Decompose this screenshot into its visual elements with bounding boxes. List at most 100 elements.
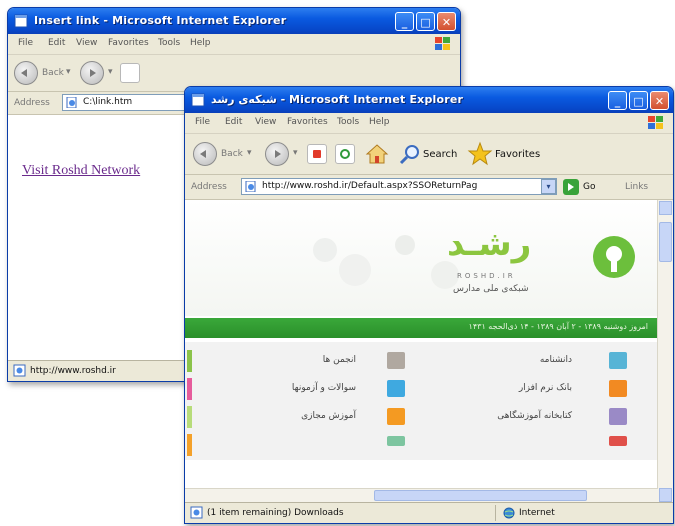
category-icon-partial bbox=[387, 436, 405, 446]
date-bar-text: امروز دوشنبه ۱۳۸۹ - ۲ آبان ۱۳۸۹ - ۱۴ ذی‌… bbox=[468, 322, 648, 331]
category-encyclopedia[interactable]: دانشنامه bbox=[540, 355, 572, 365]
date-bar: امروز دوشنبه ۱۳۸۹ - ۲ آبان ۱۳۸۹ - ۱۴ ذی‌… bbox=[185, 318, 658, 338]
side-strip-pink bbox=[187, 378, 192, 400]
ie-window-icon bbox=[14, 14, 28, 28]
back-button-label: Back bbox=[221, 149, 243, 159]
menu-file[interactable]: File bbox=[195, 117, 210, 127]
address-label: Address bbox=[191, 182, 227, 192]
visit-roshd-link[interactable]: Visit Roshd Network bbox=[22, 163, 140, 179]
stop-icon[interactable] bbox=[307, 144, 327, 164]
close-button[interactable]: ✕ bbox=[650, 91, 669, 110]
back-window-titlebar[interactable]: Insert link - Microsoft Internet Explore… bbox=[8, 8, 460, 34]
favorites-star-icon[interactable] bbox=[467, 141, 493, 167]
stop-icon[interactable] bbox=[120, 63, 140, 83]
front-address-bar: Address http://www.roshd.ir/Default.aspx… bbox=[185, 175, 673, 200]
category-questions[interactable]: سوالات و آزمونها bbox=[292, 383, 356, 393]
windows-logo-icon bbox=[435, 37, 450, 50]
forward-dropdown-icon[interactable]: ▾ bbox=[108, 67, 113, 77]
forward-button[interactable] bbox=[265, 142, 289, 166]
front-status-text: (1 item remaining) Downloads bbox=[207, 508, 344, 518]
home-icon[interactable] bbox=[365, 142, 389, 166]
refresh-icon[interactable] bbox=[335, 144, 355, 164]
roshd-logo-icon[interactable] bbox=[591, 234, 637, 280]
roshd-logo-text[interactable]: رشـد bbox=[447, 224, 531, 264]
maximize-button[interactable]: □ bbox=[629, 91, 648, 110]
questions-icon[interactable] bbox=[387, 380, 405, 397]
horizontal-scrollbar[interactable] bbox=[185, 488, 658, 503]
ie-window-icon bbox=[191, 93, 205, 107]
encyclopedia-icon[interactable] bbox=[609, 352, 627, 369]
back-dropdown-icon[interactable]: ▾ bbox=[66, 67, 71, 77]
forward-dropdown-icon[interactable]: ▾ bbox=[293, 148, 298, 158]
back-address-value: C:\link.htm bbox=[83, 97, 133, 107]
links-label[interactable]: Links bbox=[625, 182, 648, 192]
school-library-icon[interactable] bbox=[609, 408, 627, 425]
vertical-scrollbar[interactable] bbox=[657, 200, 673, 503]
menu-view[interactable]: View bbox=[255, 117, 276, 127]
menu-favorites[interactable]: Favorites bbox=[108, 38, 149, 48]
side-strip-green bbox=[187, 350, 192, 372]
category-virtual-learning[interactable]: آموزش مجازی bbox=[301, 411, 356, 421]
back-button[interactable] bbox=[14, 61, 38, 85]
software-bank-icon[interactable] bbox=[609, 380, 627, 397]
maximize-button[interactable]: □ bbox=[416, 12, 435, 31]
front-page-content: رشـد ROSHD.IR شبکه‌ی ملی مدارس امروز دوش… bbox=[185, 200, 673, 503]
forums-icon[interactable] bbox=[387, 352, 405, 369]
category-software-bank[interactable]: بانک نرم افزار bbox=[519, 383, 572, 393]
ie-page-icon bbox=[13, 364, 26, 377]
back-button[interactable] bbox=[193, 142, 217, 166]
horizontal-scroll-thumb[interactable] bbox=[374, 490, 588, 501]
search-icon[interactable] bbox=[399, 143, 421, 165]
ie-page-icon bbox=[190, 506, 203, 519]
address-label: Address bbox=[14, 98, 50, 108]
address-dropdown-button[interactable]: ▾ bbox=[541, 179, 556, 194]
back-button-label: Back bbox=[42, 68, 64, 78]
front-window-titlebar[interactable]: شبكه‌ی رشد - Microsoft Internet Explorer… bbox=[185, 87, 673, 113]
scroll-down-arrow[interactable] bbox=[659, 488, 672, 502]
category-icon-partial bbox=[609, 436, 627, 446]
scroll-thumb[interactable] bbox=[659, 222, 672, 262]
front-statusbar: (1 item remaining) Downloads Internet bbox=[185, 502, 673, 523]
menu-help[interactable]: Help bbox=[190, 38, 211, 48]
menu-favorites[interactable]: Favorites bbox=[287, 117, 328, 127]
roshd-logo-latin: ROSHD.IR bbox=[457, 272, 516, 280]
search-label[interactable]: Search bbox=[423, 149, 457, 160]
back-dropdown-icon[interactable]: ▾ bbox=[247, 148, 252, 158]
front-menubar: File Edit View Favorites Tools Help bbox=[185, 113, 673, 134]
virtual-learning-icon[interactable] bbox=[387, 408, 405, 425]
page-icon bbox=[245, 181, 256, 192]
minimize-button[interactable]: _ bbox=[395, 12, 414, 31]
internet-globe-icon bbox=[503, 507, 515, 519]
internet-zone-label: Internet bbox=[519, 508, 555, 518]
windows-logo-icon bbox=[648, 116, 663, 129]
page-icon bbox=[66, 97, 77, 108]
back-address-input[interactable]: C:\link.htm bbox=[62, 94, 192, 111]
go-button-label[interactable]: Go bbox=[583, 182, 595, 192]
menu-edit[interactable]: Edit bbox=[225, 117, 242, 127]
menu-help[interactable]: Help bbox=[369, 117, 390, 127]
menu-tools[interactable]: Tools bbox=[337, 117, 359, 127]
site-header: رشـد ROSHD.IR شبکه‌ی ملی مدارس bbox=[185, 200, 658, 316]
category-forums[interactable]: انجمن ها bbox=[323, 355, 356, 365]
roshd-logo-subtitle: شبکه‌ی ملی مدارس bbox=[453, 284, 529, 294]
front-ie-window: شبكه‌ی رشد - Microsoft Internet Explorer… bbox=[184, 86, 674, 524]
menu-file[interactable]: File bbox=[18, 38, 33, 48]
forward-button[interactable] bbox=[80, 61, 104, 85]
close-button[interactable]: ✕ bbox=[437, 12, 456, 31]
front-window-title: شبكه‌ی رشد - Microsoft Internet Explorer bbox=[211, 93, 464, 106]
front-toolbar: Back ▾ ▾ Search Favorites bbox=[185, 134, 673, 175]
menu-view[interactable]: View bbox=[76, 38, 97, 48]
scroll-up-arrow[interactable] bbox=[659, 201, 672, 215]
back-menubar: File Edit View Favorites Tools Help bbox=[8, 34, 460, 55]
back-window-title: Insert link - Microsoft Internet Explore… bbox=[34, 14, 287, 27]
go-icon[interactable] bbox=[563, 179, 579, 195]
side-strip-orange bbox=[187, 434, 192, 456]
back-status-text: http://www.roshd.ir bbox=[30, 366, 116, 376]
front-address-input[interactable]: http://www.roshd.ir/Default.aspx?SSORetu… bbox=[241, 178, 557, 195]
favorites-label[interactable]: Favorites bbox=[495, 149, 540, 160]
category-panel: انجمن ها سوالات و آزمونها آموزش مجازی دا… bbox=[185, 342, 658, 460]
minimize-button[interactable]: _ bbox=[608, 91, 627, 110]
menu-tools[interactable]: Tools bbox=[158, 38, 180, 48]
category-school-library[interactable]: کتابخانه آموزشگاهی bbox=[497, 411, 572, 421]
menu-edit[interactable]: Edit bbox=[48, 38, 65, 48]
